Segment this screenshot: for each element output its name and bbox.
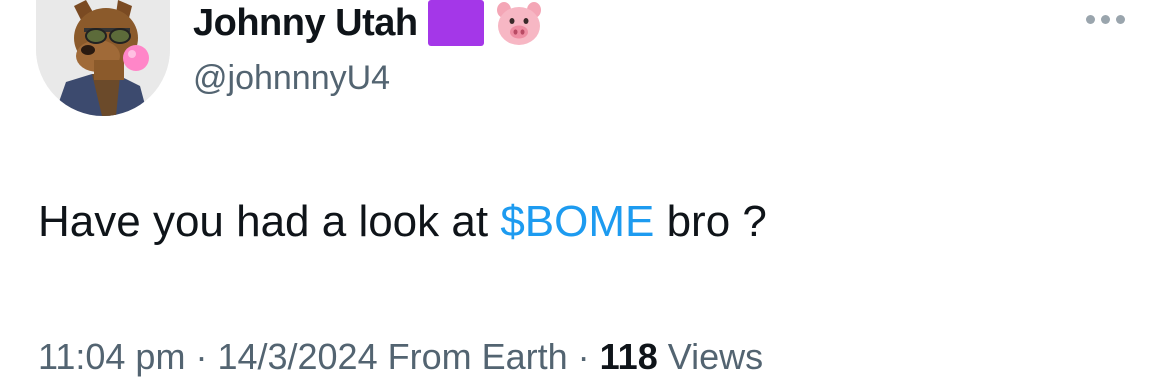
avatar[interactable] — [36, 0, 170, 116]
display-name[interactable]: Johnny Utah — [193, 0, 418, 46]
views-count[interactable]: 118 — [600, 336, 658, 377]
tweet-card: Johnny Utah @johnnnyU4 Have you had a lo… — [0, 0, 1170, 389]
tweet-date[interactable]: 14/3/2024 — [217, 336, 377, 377]
tweet-text: Have you had a look at $BOME bro ? — [38, 195, 767, 249]
dog-avatar-icon — [36, 0, 170, 116]
more-horizontal-icon[interactable] — [1086, 10, 1130, 28]
author-handle[interactable]: @johnnnyU4 — [193, 58, 390, 98]
tweet-meta: 11:04 pm · 14/3/2024 From Earth · 118 Vi… — [38, 333, 763, 381]
tweet-text-after: bro ? — [654, 197, 767, 246]
tweet-time[interactable]: 11:04 pm — [38, 336, 185, 377]
tweet-text-before: Have you had a look at — [38, 197, 501, 246]
views-label[interactable]: Views — [658, 336, 763, 377]
cashtag-link[interactable]: $BOME — [500, 197, 654, 246]
pig-face-icon — [496, 2, 541, 45]
meta-separator: · — [185, 336, 218, 377]
more-dot — [1101, 14, 1110, 24]
meta-separator: · — [567, 336, 600, 377]
tweet-source: From Earth — [377, 336, 568, 377]
author-name-row: Johnny Utah — [193, 0, 544, 46]
more-dot — [1116, 14, 1125, 24]
more-dot — [1086, 14, 1095, 24]
purple-square-badge-icon — [427, 0, 484, 46]
